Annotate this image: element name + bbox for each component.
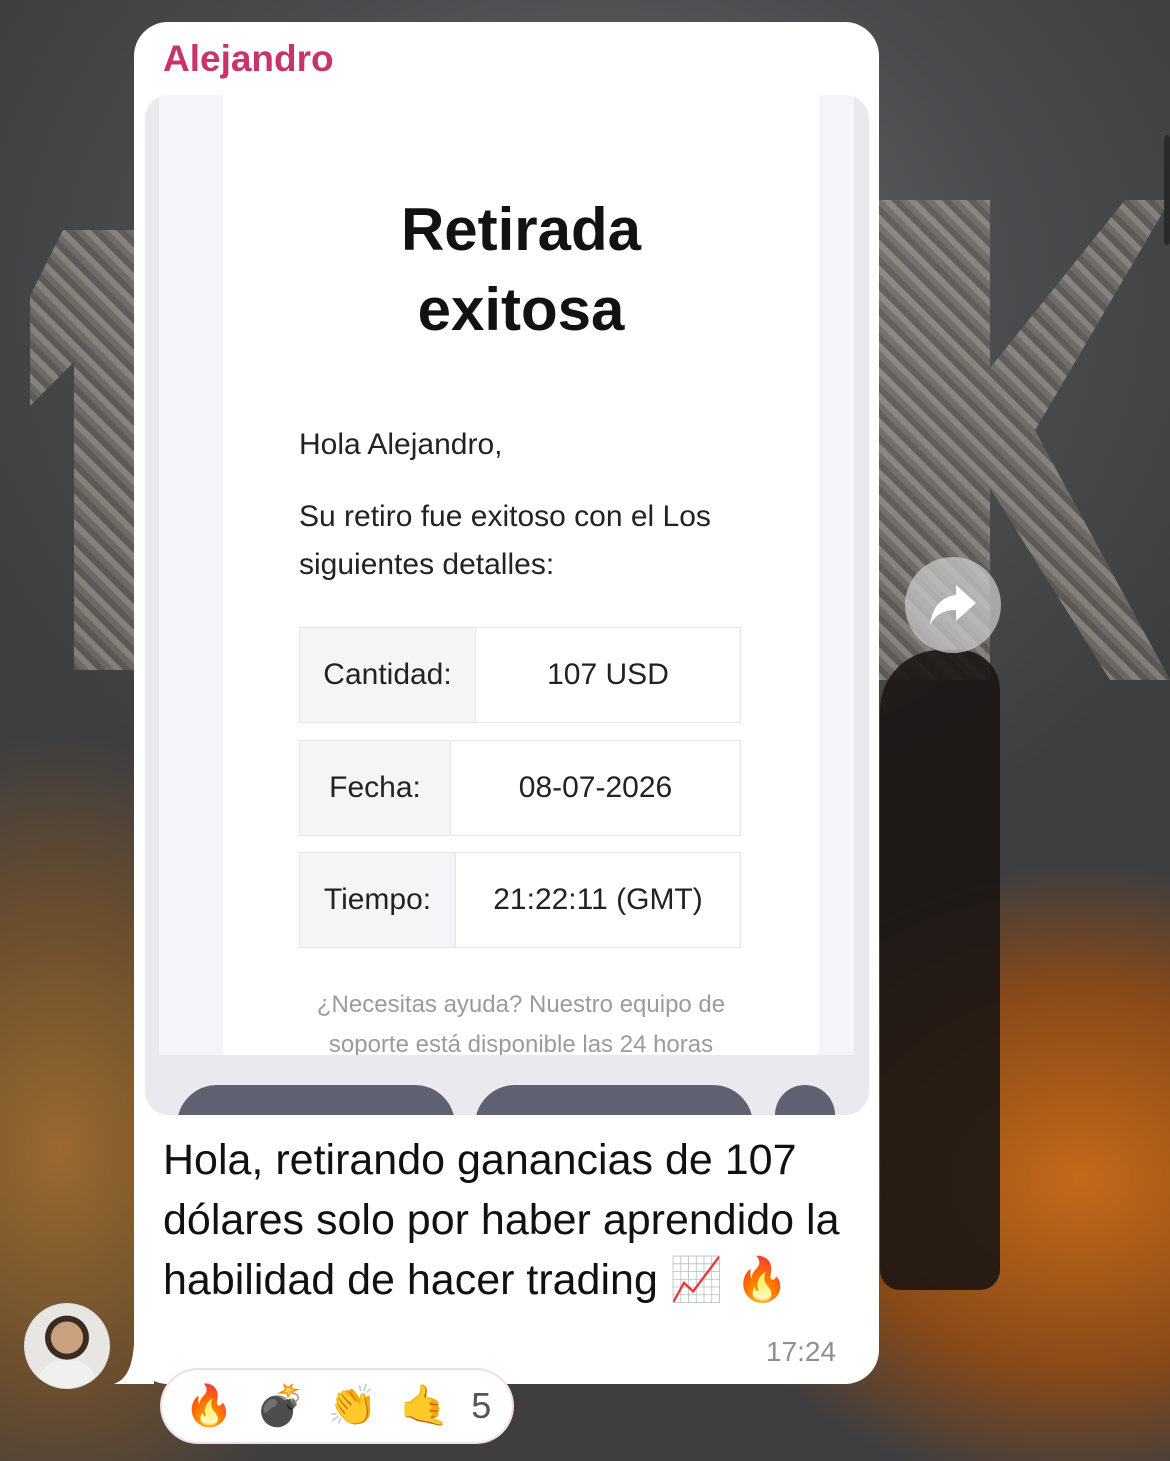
reactions-bar[interactable]: 🔥 💣 👏 🤙 5 — [162, 1370, 512, 1442]
wallpaper-decoration — [30, 230, 140, 670]
reaction-bomb[interactable]: 💣 — [256, 1382, 306, 1430]
scrollbar[interactable] — [1164, 135, 1170, 245]
email-title: Retirada exitosa — [223, 190, 819, 350]
email-button — [775, 1085, 835, 1115]
email-button — [475, 1085, 753, 1115]
email-intro: Su retiro fue exitoso con el Los siguien… — [299, 500, 711, 581]
sender-name[interactable]: Alejandro — [163, 38, 334, 80]
detail-label: Fecha: — [300, 741, 451, 835]
user-avatar[interactable] — [24, 1303, 110, 1389]
detail-label: Cantidad: — [300, 628, 476, 722]
email-screenshot-image[interactable]: Retirada exitosa Hola Alejandro, Su reti… — [145, 95, 869, 1115]
detail-row-date: Fecha: 08-07-2026 — [299, 740, 741, 836]
email-body: Retirada exitosa Hola Alejandro, Su reti… — [223, 95, 819, 1055]
detail-value: 21:22:11 (GMT) — [493, 883, 703, 916]
detail-row-amount: Cantidad: 107 USD — [299, 627, 741, 723]
message-time: 17:24 — [766, 1336, 837, 1367]
image-frame: Retirada exitosa Hola Alejandro, Su reti… — [159, 95, 854, 1055]
reaction-clap[interactable]: 👏 — [328, 1382, 378, 1430]
help-line: ¿Necesitas ayuda? Nuestro equipo de — [316, 991, 726, 1018]
detail-row-time: Tiempo: 21:22:11 (GMT) — [299, 852, 741, 948]
email-title-line: exitosa — [417, 276, 625, 343]
detail-label: Tiempo: — [300, 853, 456, 947]
forward-button[interactable] — [905, 557, 1001, 653]
detail-value: 107 USD — [547, 658, 669, 691]
avatar-shirt — [35, 1360, 99, 1388]
wallpaper-decoration — [880, 650, 1000, 1290]
reaction-count[interactable]: 5 — [471, 1385, 491, 1427]
forward-arrow-icon — [930, 585, 976, 625]
help-line: soporte está disponible las 24 horas — [328, 1031, 714, 1055]
email-button — [177, 1085, 455, 1115]
detail-value: 08-07-2026 — [518, 771, 673, 804]
reaction-fire[interactable]: 🔥 — [184, 1382, 234, 1430]
email-title-line: Retirada — [400, 196, 642, 263]
message-text: Hola, retirando ganancias de 107 dólares… — [163, 1136, 840, 1304]
email-help-text: ¿Necesitas ayuda? Nuestro equipo de sopo… — [283, 985, 759, 1055]
reaction-call-me[interactable]: 🤙 — [399, 1382, 449, 1430]
email-greeting: Hola Alejandro, — [299, 428, 503, 461]
